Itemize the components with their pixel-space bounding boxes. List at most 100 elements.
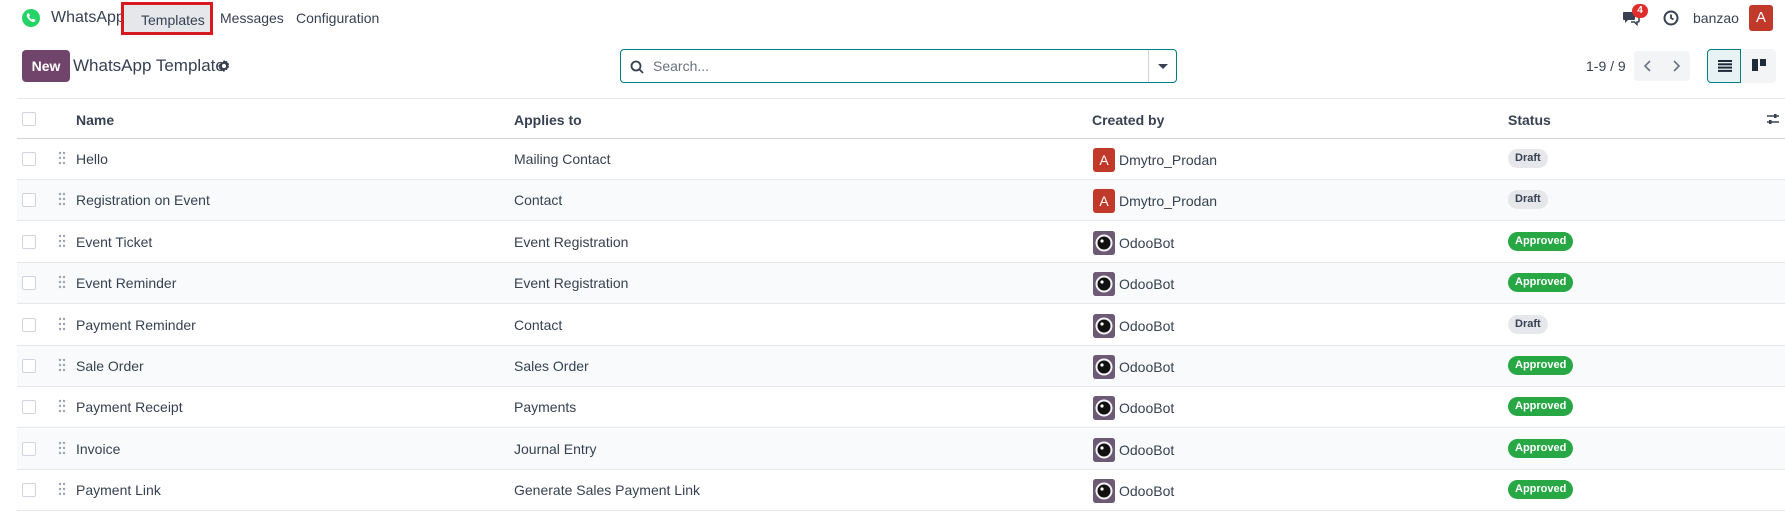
odoobot-avatar	[1093, 396, 1115, 420]
table-row[interactable]: Payment Reminder Contact OdooBot Draft	[17, 305, 1785, 346]
drag-handle-icon[interactable]	[58, 482, 66, 496]
odoobot-avatar	[1093, 355, 1115, 379]
table-header: Name Applies to Created by Status	[17, 98, 1785, 139]
row-checkbox[interactable]	[22, 483, 36, 497]
template-name: Hello	[76, 151, 108, 167]
template-name: Payment Link	[76, 482, 161, 498]
kanban-view-icon	[1752, 59, 1766, 71]
applies-to: Event Registration	[514, 275, 629, 291]
table-row[interactable]: Invoice Journal Entry OdooBot Approved	[17, 429, 1785, 470]
table-row[interactable]: Registration on Event Contact A Dmytro_P…	[17, 180, 1785, 221]
user-avatar: A	[1093, 148, 1115, 172]
status-badge: Draft	[1508, 315, 1548, 334]
odoobot-avatar	[1093, 314, 1115, 338]
status-badge: Approved	[1508, 480, 1574, 499]
row-checkbox[interactable]	[22, 152, 36, 166]
template-name: Payment Reminder	[76, 317, 196, 333]
new-button[interactable]: New	[22, 50, 70, 82]
search-input[interactable]	[651, 55, 1121, 77]
table-row[interactable]: Payment Receipt Payments OdooBot Approve…	[17, 387, 1785, 428]
whatsapp-logo-icon[interactable]	[21, 8, 41, 28]
drag-handle-icon[interactable]	[58, 234, 66, 248]
menu-messages[interactable]: Messages	[220, 10, 284, 26]
table-row[interactable]: Hello Mailing Contact A Dmytro_Prodan Dr…	[17, 139, 1785, 180]
created-by: OdooBot	[1119, 400, 1175, 416]
template-name: Invoice	[76, 441, 121, 457]
column-header-name[interactable]: Name	[76, 112, 114, 128]
drag-handle-icon[interactable]	[58, 192, 66, 206]
status-badge: Approved	[1508, 273, 1574, 292]
search-bar[interactable]	[620, 49, 1177, 83]
kanban-view-button[interactable]	[1742, 49, 1776, 83]
template-name: Payment Receipt	[76, 399, 183, 415]
odoobot-avatar	[1093, 231, 1115, 255]
chevron-left-icon	[1643, 60, 1651, 72]
pager-value[interactable]: 1-9 / 9	[1586, 58, 1626, 74]
menu-templates-label: Templates	[141, 12, 205, 28]
applies-to: Contact	[514, 317, 563, 333]
odoobot-avatar	[1093, 479, 1115, 503]
page-title: WhatsApp Template	[73, 56, 225, 75]
table-row[interactable]: Payment Link Generate Sales Payment Link…	[17, 470, 1785, 511]
template-name: Registration on Event	[76, 192, 210, 208]
top-navbar: WhatsApp Templates Messages Configuratio…	[0, 0, 1785, 36]
menu-configuration[interactable]: Configuration	[296, 10, 379, 26]
applies-to: Sales Order	[514, 358, 589, 374]
pager-next-button[interactable]	[1662, 51, 1690, 81]
table-row[interactable]: Event Reminder Event Registration OdooBo…	[17, 263, 1785, 304]
created-by: OdooBot	[1119, 318, 1175, 334]
column-header-status[interactable]: Status	[1508, 112, 1551, 128]
row-checkbox[interactable]	[22, 400, 36, 414]
drag-handle-icon[interactable]	[58, 275, 66, 289]
odoobot-avatar	[1093, 438, 1115, 462]
status-badge: Draft	[1508, 149, 1548, 168]
column-header-created-by[interactable]: Created by	[1092, 112, 1164, 128]
status-badge: Approved	[1508, 356, 1574, 375]
applies-to: Event Registration	[514, 234, 629, 250]
applies-to: Payments	[514, 399, 577, 415]
caret-down-icon	[1158, 64, 1168, 69]
status-badge: Approved	[1508, 439, 1574, 458]
search-options-toggle[interactable]	[1148, 50, 1176, 82]
applies-to: Journal Entry	[514, 441, 597, 457]
created-by: OdooBot	[1119, 442, 1175, 458]
created-by: OdooBot	[1119, 235, 1175, 251]
applies-to: Mailing Contact	[514, 151, 611, 167]
table-row[interactable]: Sale Order Sales Order OdooBot Approved	[17, 346, 1785, 387]
table-row[interactable]: Event Ticket Event Registration OdooBot …	[17, 222, 1785, 263]
menu-templates[interactable]: Templates	[121, 2, 213, 35]
template-name: Event Reminder	[76, 275, 177, 291]
user-avatar[interactable]: A	[1749, 5, 1773, 31]
list-view-icon	[1718, 60, 1732, 72]
select-all-checkbox[interactable]	[22, 112, 36, 126]
drag-handle-icon[interactable]	[58, 317, 66, 331]
row-checkbox[interactable]	[22, 276, 36, 290]
status-badge: Approved	[1508, 397, 1574, 416]
row-checkbox[interactable]	[22, 235, 36, 249]
row-checkbox[interactable]	[22, 359, 36, 373]
status-badge: Draft	[1508, 190, 1548, 209]
clock-icon[interactable]	[1663, 10, 1679, 26]
gear-icon[interactable]	[217, 59, 231, 73]
created-by: OdooBot	[1119, 276, 1175, 292]
app-name[interactable]: WhatsApp	[51, 9, 125, 27]
odoobot-avatar	[1093, 272, 1115, 296]
created-by: OdooBot	[1119, 359, 1175, 375]
drag-handle-icon[interactable]	[58, 151, 66, 165]
column-header-applies-to[interactable]: Applies to	[514, 112, 582, 128]
drag-handle-icon[interactable]	[58, 399, 66, 413]
applies-to: Generate Sales Payment Link	[514, 482, 700, 498]
template-name: Sale Order	[76, 358, 144, 374]
row-checkbox[interactable]	[22, 318, 36, 332]
search-icon	[630, 60, 644, 74]
row-checkbox[interactable]	[22, 442, 36, 456]
optional-columns-icon[interactable]	[1766, 112, 1780, 126]
drag-handle-icon[interactable]	[58, 441, 66, 455]
row-checkbox[interactable]	[22, 193, 36, 207]
user-name[interactable]: banzao	[1693, 10, 1739, 26]
list-view-button[interactable]	[1707, 49, 1741, 83]
drag-handle-icon[interactable]	[58, 358, 66, 372]
pager-previous-button[interactable]	[1634, 51, 1662, 81]
created-by: OdooBot	[1119, 483, 1175, 499]
status-badge: Approved	[1508, 232, 1574, 251]
